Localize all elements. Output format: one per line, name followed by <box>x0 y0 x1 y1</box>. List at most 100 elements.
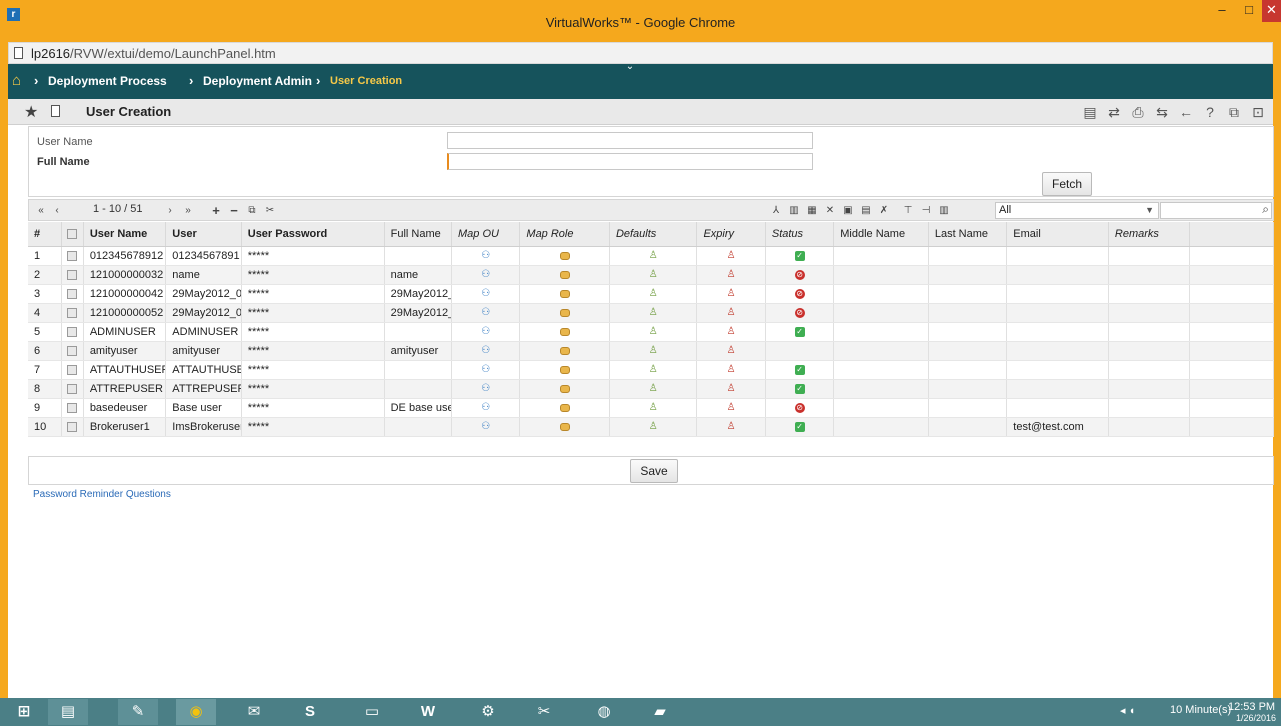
cell-defaults[interactable]: ♙ <box>609 398 698 418</box>
table-row[interactable]: 5 ADMINUSER ADMINUSER ***** ⚇ ♙ ♙ ✓ <box>28 322 1274 342</box>
cell-full-name[interactable]: name <box>384 265 453 285</box>
remove-row-icon[interactable]: − <box>227 203 241 218</box>
table-row[interactable]: 9 basedeuser Base user ***** DE base use ⚇ ♙ ♙ ⊘ <box>28 398 1274 418</box>
row-checkbox[interactable] <box>67 364 78 375</box>
role-icon[interactable] <box>559 308 570 317</box>
cell-user-name[interactable]: 121000000042 <box>83 284 167 304</box>
cell-status[interactable]: ✓ <box>765 360 835 380</box>
window-settings-icon[interactable]: ⧉ <box>1224 102 1244 122</box>
cell-middle-name[interactable] <box>833 360 929 380</box>
cell-remarks[interactable] <box>1108 417 1191 437</box>
column-header-defaults[interactable]: Defaults <box>609 222 698 247</box>
cell-last-name[interactable] <box>928 417 1008 437</box>
cell-defaults[interactable]: ♙ <box>609 379 698 399</box>
column-header-expiry[interactable]: Expiry <box>696 222 766 247</box>
cell-remarks[interactable] <box>1108 284 1191 304</box>
user-expiry-icon[interactable]: ♙ <box>725 288 737 300</box>
clear-filter-icon[interactable]: ✗ <box>877 203 891 218</box>
cell-last-name[interactable] <box>928 303 1008 323</box>
role-icon[interactable] <box>559 251 570 260</box>
url-field[interactable]: lp2616/RVW/extui/demo/LaunchPanel.htm <box>8 42 1273 64</box>
print-icon[interactable]: ⎙ <box>1128 102 1148 122</box>
column-header-map-ou[interactable]: Map OU <box>451 222 521 247</box>
cell-last-name[interactable] <box>928 360 1008 380</box>
pin-icon[interactable]: ⊤ <box>901 203 915 218</box>
taskbar-app[interactable]: ▰ <box>640 699 680 725</box>
cell-email[interactable] <box>1006 341 1109 361</box>
org-unit-icon[interactable]: ⚇ <box>480 269 492 281</box>
cell-map-ou[interactable]: ⚇ <box>451 417 521 437</box>
user-expiry-icon[interactable]: ♙ <box>725 402 737 414</box>
column-header-select[interactable] <box>61 222 84 247</box>
cell-user[interactable]: Base user <box>165 398 242 418</box>
cell-middle-name[interactable] <box>833 379 929 399</box>
cell-user-name[interactable]: ATTREPUSER <box>83 379 167 399</box>
row-checkbox[interactable] <box>67 250 78 261</box>
grid-search-input[interactable]: ⌕ <box>1160 202 1272 219</box>
cell-remarks[interactable] <box>1108 379 1191 399</box>
org-unit-icon[interactable]: ⚇ <box>480 288 492 300</box>
cell-status[interactable]: ✓ <box>765 246 835 266</box>
fetch-button[interactable]: Fetch <box>1042 172 1092 196</box>
user-defaults-icon[interactable]: ♙ <box>647 383 659 395</box>
favorite-star-icon[interactable]: ★ <box>24 102 38 122</box>
cell-full-name[interactable]: amityuser <box>384 341 453 361</box>
cell-expiry[interactable]: ♙ <box>696 322 766 342</box>
cell-expiry[interactable]: ♙ <box>696 265 766 285</box>
cell-map-ou[interactable]: ⚇ <box>451 398 521 418</box>
save-button[interactable]: Save <box>630 459 678 483</box>
row-checkbox[interactable] <box>67 326 78 337</box>
org-unit-icon[interactable]: ⚇ <box>480 364 492 376</box>
cell-remarks[interactable] <box>1108 246 1191 266</box>
tray-clock[interactable]: 12:53 PM <box>1228 701 1275 713</box>
table-row[interactable]: 7 ATTAUTHUSER ATTAUTHUSE ***** ⚇ ♙ ♙ ✓ <box>28 360 1274 380</box>
cell-user[interactable]: ADMINUSER <box>165 322 242 342</box>
cell-remarks[interactable] <box>1108 398 1191 418</box>
cell-user-name[interactable]: 012345678912 <box>83 246 167 266</box>
cell-full-name[interactable] <box>384 246 453 266</box>
org-unit-icon[interactable]: ⚇ <box>480 383 492 395</box>
cell-expiry[interactable]: ♙ <box>696 284 766 304</box>
cell-email[interactable] <box>1006 398 1109 418</box>
user-defaults-icon[interactable]: ♙ <box>647 250 659 262</box>
add-row-icon[interactable]: + <box>209 203 223 218</box>
cell-middle-name[interactable] <box>833 417 929 437</box>
user-defaults-icon[interactable]: ♙ <box>647 269 659 281</box>
role-icon[interactable] <box>559 365 570 374</box>
cell-user-password[interactable]: ***** <box>241 265 385 285</box>
role-icon[interactable] <box>559 289 570 298</box>
cell-full-name[interactable] <box>384 417 453 437</box>
user-defaults-icon[interactable]: ♙ <box>647 307 659 319</box>
cell-map-ou[interactable]: ⚇ <box>451 341 521 361</box>
cell-defaults[interactable]: ♙ <box>609 322 698 342</box>
org-unit-icon[interactable]: ⚇ <box>480 345 492 357</box>
filter-icon[interactable]: ▦ <box>805 203 819 218</box>
user-defaults-icon[interactable]: ♙ <box>647 364 659 376</box>
calendar-icon[interactable]: ▤ <box>859 203 873 218</box>
cell-full-name[interactable] <box>384 360 453 380</box>
previous-page-icon[interactable]: ‹ <box>50 203 64 218</box>
report-icon[interactable]: ▣ <box>841 203 855 218</box>
taskbar-outlook[interactable]: ✉ <box>234 699 274 725</box>
cell-user[interactable]: 29May2012_0 <box>165 284 242 304</box>
breadcrumb-item-deployment-admin[interactable]: Deployment Admin <box>203 74 312 88</box>
cell-email[interactable] <box>1006 360 1109 380</box>
cell-user[interactable]: amityuser <box>165 341 242 361</box>
cell-user-name[interactable]: basedeuser <box>83 398 167 418</box>
table-row[interactable]: 1 012345678912 01234567891 ***** ⚇ ♙ ♙ ✓ <box>28 246 1274 266</box>
cell-user-name[interactable]: 121000000052 <box>83 303 167 323</box>
cell-email[interactable] <box>1006 265 1109 285</box>
close-button[interactable]: ✕ <box>1262 0 1281 22</box>
cell-user[interactable]: 29May2012_0 <box>165 303 242 323</box>
table-row[interactable]: 8 ATTREPUSER ATTREPUSER ***** ⚇ ♙ ♙ ✓ <box>28 379 1274 399</box>
taskbar-snipping[interactable]: ✂ <box>524 699 564 725</box>
cell-last-name[interactable] <box>928 246 1008 266</box>
cell-map-role[interactable] <box>519 265 610 285</box>
cell-defaults[interactable]: ♙ <box>609 284 698 304</box>
cell-email[interactable] <box>1006 379 1109 399</box>
row-checkbox[interactable] <box>67 383 78 394</box>
chevron-down-icon[interactable]: ⌄ <box>622 61 638 73</box>
filter-dropdown[interactable]: All ▼ <box>995 202 1159 219</box>
cell-email[interactable]: test@test.com <box>1006 417 1109 437</box>
table-row[interactable]: 4 121000000052 29May2012_0 ***** 29May2012_ ⚇… <box>28 303 1274 323</box>
